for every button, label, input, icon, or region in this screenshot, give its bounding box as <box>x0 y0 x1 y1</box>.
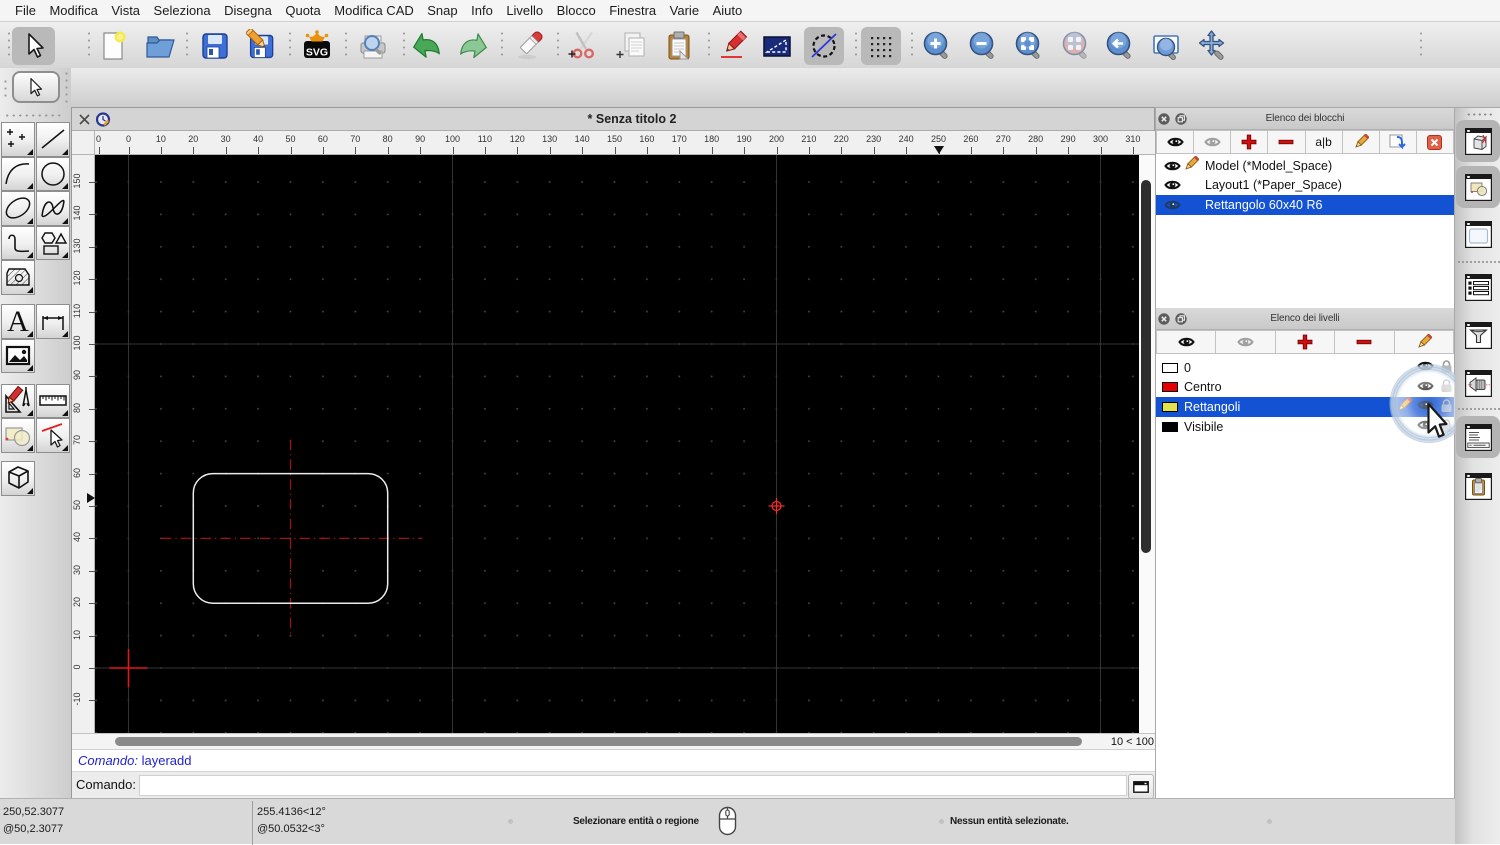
svg-text:A: A <box>7 305 29 338</box>
svg-text:SVG: SVG <box>306 47 328 59</box>
